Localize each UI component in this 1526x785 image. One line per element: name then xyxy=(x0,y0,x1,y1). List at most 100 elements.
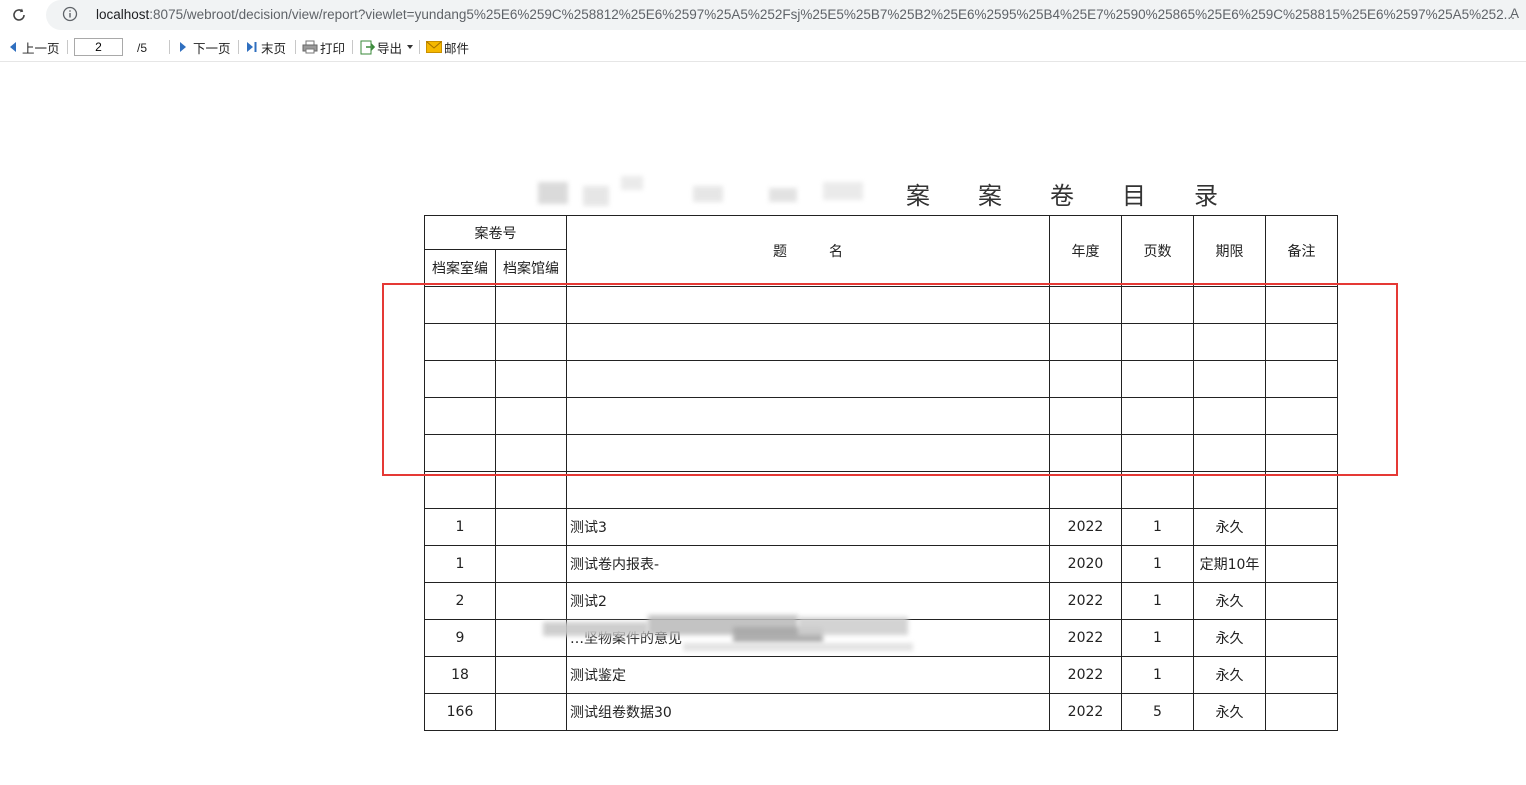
cell-hall xyxy=(495,693,567,731)
page-total: /5 xyxy=(137,41,148,55)
toolbar-divider xyxy=(419,40,420,54)
header-hall-no: 档案馆编 xyxy=(495,249,567,287)
report-title-char: 卷 xyxy=(1050,182,1074,210)
prev-page-label: 上一页 xyxy=(22,41,60,56)
cell-hall xyxy=(495,286,567,324)
mail-button[interactable]: 邮件 xyxy=(426,38,469,56)
cell-remark xyxy=(1265,434,1338,472)
cell-room xyxy=(424,286,496,324)
toolbar-divider xyxy=(352,40,353,54)
cell-year: 2022 xyxy=(1049,693,1122,731)
table-row: 1 测试卷内报表- 2020 1 定期10年 xyxy=(424,545,1338,583)
cell-title: 测试卷内报表- xyxy=(566,545,1050,583)
cell-pages xyxy=(1121,397,1194,435)
table-row: 18 测试鉴定 2022 1 永久 xyxy=(424,656,1338,694)
cell-pages: 1 xyxy=(1121,545,1194,583)
cell-remark xyxy=(1265,471,1338,509)
header-remark: 备注 xyxy=(1265,215,1338,287)
cell-remark xyxy=(1265,693,1338,731)
cell-term: 永久 xyxy=(1193,619,1266,657)
header-year: 年度 xyxy=(1049,215,1122,287)
cell-hall xyxy=(495,656,567,694)
cell-year xyxy=(1049,397,1122,435)
cell-hall xyxy=(495,360,567,398)
chevron-down-icon xyxy=(407,45,414,49)
cell-remark xyxy=(1265,582,1338,620)
export-icon xyxy=(360,40,376,54)
cell-title xyxy=(566,286,1050,324)
cell-pages: 1 xyxy=(1121,619,1194,657)
table-row xyxy=(424,323,1338,361)
cell-room: 166 xyxy=(424,693,496,731)
cell-term: 永久 xyxy=(1193,656,1266,694)
report-title-char: 目 xyxy=(1122,182,1146,210)
toolbar-divider xyxy=(67,40,68,54)
cell-room: 18 xyxy=(424,656,496,694)
report-title-redaction xyxy=(533,172,878,212)
url-host: localhost xyxy=(96,7,150,22)
print-label: 打印 xyxy=(320,41,346,56)
header-term: 期限 xyxy=(1193,215,1266,287)
cell-hall xyxy=(495,434,567,472)
cell-term: 永久 xyxy=(1193,693,1266,731)
cell-pages: 1 xyxy=(1121,656,1194,694)
table-row xyxy=(424,286,1338,324)
row-title-redaction xyxy=(543,613,988,655)
cell-hall xyxy=(495,323,567,361)
cell-term xyxy=(1193,286,1266,324)
reload-icon[interactable] xyxy=(8,5,30,25)
cell-year xyxy=(1049,286,1122,324)
cell-year: 2022 xyxy=(1049,656,1122,694)
cell-pages xyxy=(1121,323,1194,361)
arrow-right-icon xyxy=(180,42,186,52)
cell-year: 2022 xyxy=(1049,582,1122,620)
url-path: :8075/webroot/decision/view/report?viewl… xyxy=(149,7,1515,22)
cell-room xyxy=(424,471,496,509)
page-number-input[interactable] xyxy=(74,38,123,56)
header-pages: 页数 xyxy=(1121,215,1194,287)
cell-title: 测试鉴定 xyxy=(566,656,1050,694)
url-text: localhost:8075/webroot/decision/view/rep… xyxy=(96,6,1521,24)
site-info-icon[interactable] xyxy=(62,6,78,22)
cell-room: 2 xyxy=(424,582,496,620)
cell-term: 永久 xyxy=(1193,582,1266,620)
cell-room xyxy=(424,360,496,398)
cell-term xyxy=(1193,323,1266,361)
cell-pages xyxy=(1121,471,1194,509)
cell-room: 1 xyxy=(424,508,496,546)
cell-title xyxy=(566,397,1050,435)
cell-hall xyxy=(495,508,567,546)
url-overflow-letter: A xyxy=(1510,6,1520,21)
cell-year xyxy=(1049,360,1122,398)
last-page-button[interactable]: 末页 xyxy=(246,38,286,56)
prev-page-button[interactable]: 上一页 xyxy=(8,38,60,56)
report-title-char: 录 xyxy=(1194,182,1218,210)
cell-remark xyxy=(1265,323,1338,361)
cell-title: 测试3 xyxy=(566,508,1050,546)
cell-pages: 1 xyxy=(1121,508,1194,546)
header-case-no: 案卷号 xyxy=(424,215,567,250)
cell-hall xyxy=(495,545,567,583)
cell-term xyxy=(1193,397,1266,435)
cell-remark xyxy=(1265,397,1338,435)
cell-hall xyxy=(495,471,567,509)
cell-remark xyxy=(1265,360,1338,398)
toolbar-divider xyxy=(169,40,170,54)
toolbar-divider xyxy=(295,40,296,54)
cell-room xyxy=(424,434,496,472)
cell-pages: 5 xyxy=(1121,693,1194,731)
arrow-left-icon xyxy=(10,42,16,52)
cell-title xyxy=(566,434,1050,472)
cell-year xyxy=(1049,471,1122,509)
cell-title xyxy=(566,323,1050,361)
cell-term xyxy=(1193,360,1266,398)
browser-address-bar: localhost:8075/webroot/decision/view/rep… xyxy=(0,0,1526,30)
cell-remark xyxy=(1265,545,1338,583)
cell-remark xyxy=(1265,508,1338,546)
cell-pages xyxy=(1121,434,1194,472)
next-page-button[interactable]: 下一页 xyxy=(178,38,231,56)
cell-year xyxy=(1049,434,1122,472)
print-button[interactable]: 打印 xyxy=(302,38,345,56)
export-button[interactable]: 导出 xyxy=(360,38,414,56)
mail-label: 邮件 xyxy=(444,41,470,56)
